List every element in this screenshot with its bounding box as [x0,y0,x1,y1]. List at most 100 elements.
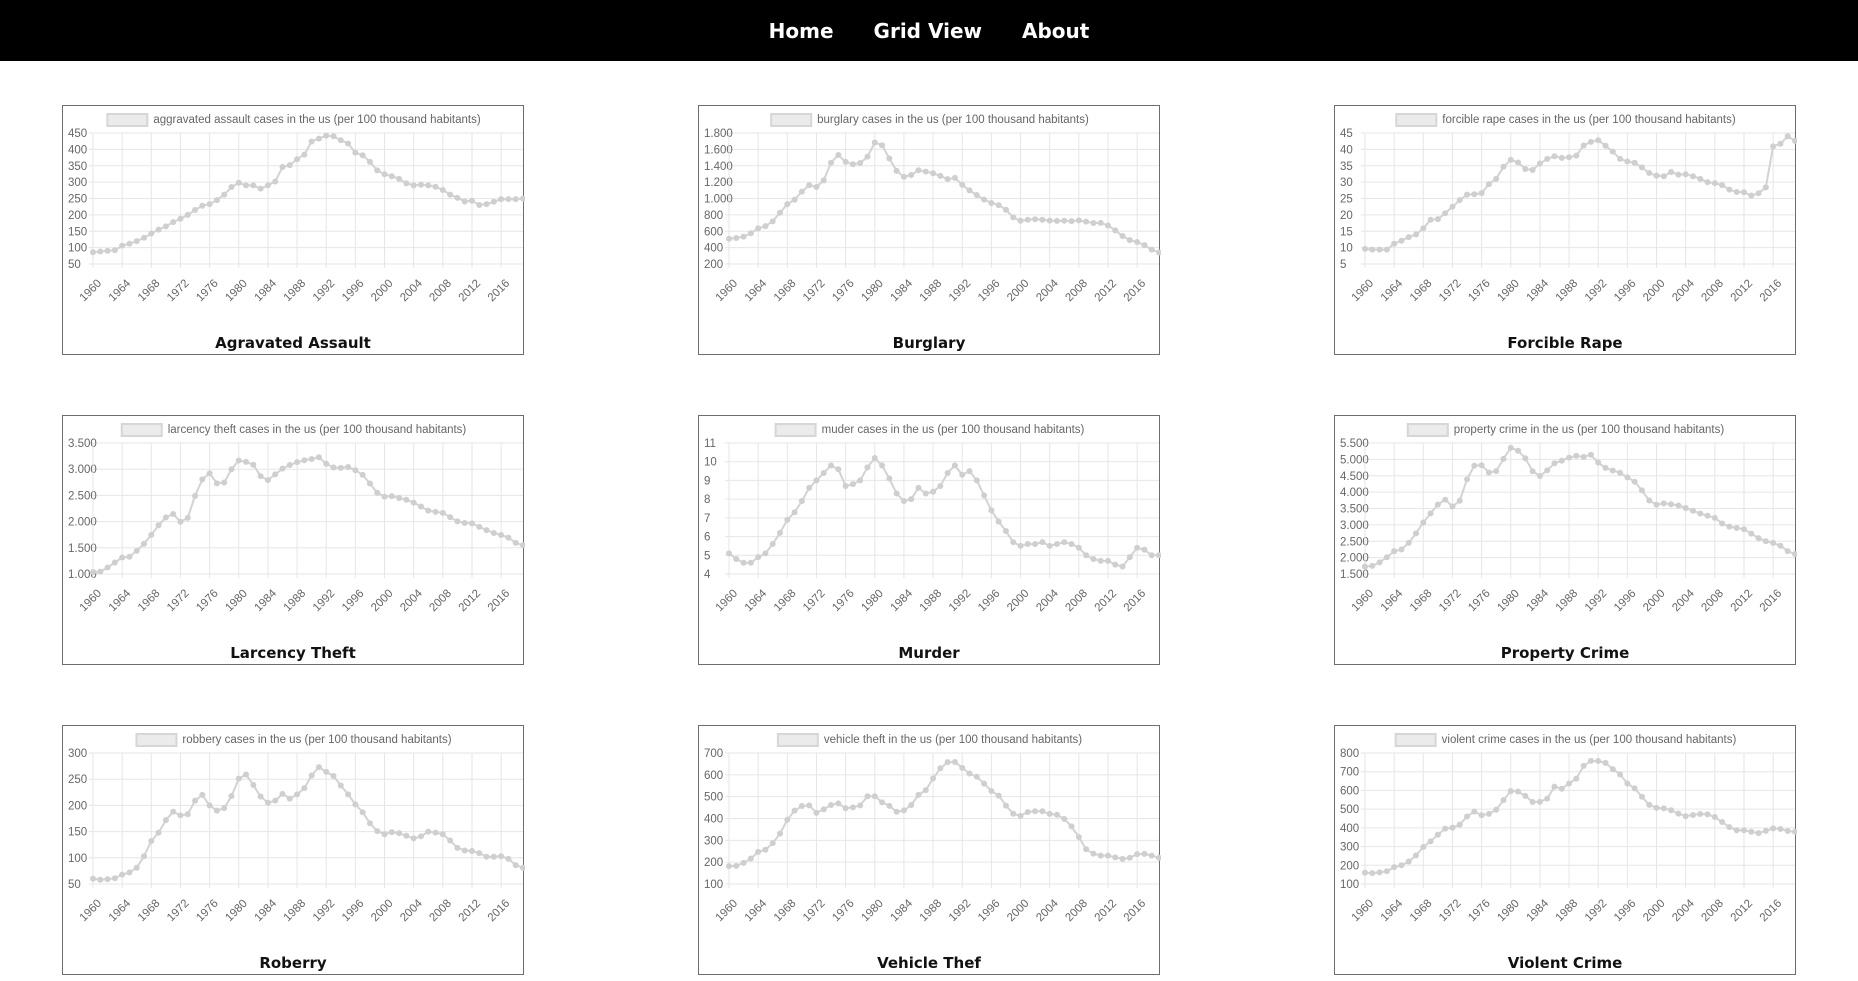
violent-crime-line-chart: violent crime cases in the us (per 100 t… [1340,733,1797,924]
y-tick-label: 6 [704,532,710,544]
data-point [973,773,980,780]
data-point [315,454,322,461]
chart-card-vehicle-theft: vehicle theft in the us (per 100 thousan… [698,725,1161,975]
y-tick-label: 15 [1340,226,1353,238]
x-tick-label: 1976 [830,278,857,305]
y-tick-label: 200 [704,259,723,271]
data-point [747,855,754,862]
data-point [264,182,271,189]
data-point [1413,231,1420,238]
data-point [184,811,191,818]
x-tick-label: 1968 [136,898,163,925]
data-point [995,518,1002,525]
x-tick-label: 1976 [1466,588,1493,615]
data-point [235,775,242,782]
data-point [337,782,344,789]
y-tick-label: 100 [68,853,87,865]
data-point [468,197,475,204]
data-point [228,466,235,473]
data-point [1148,852,1155,859]
data-point [345,463,352,470]
data-point [1039,808,1046,815]
y-tick-label: 450 [68,128,87,140]
data-point [1536,473,1543,480]
data-point [490,198,497,205]
x-tick-label: 1980 [1495,588,1522,615]
data-point [279,465,286,472]
y-tick-label: 400 [704,814,723,826]
data-point [966,770,973,777]
data-point [981,492,988,499]
y-tick-label: 300 [68,177,87,189]
data-point [308,138,315,145]
data-point [1551,460,1558,467]
data-point [483,201,490,208]
x-tick-label: 2000 [1005,898,1032,925]
x-tick-label: 1984 [1525,897,1552,924]
data-point [1595,758,1602,765]
data-point [323,132,330,139]
data-point [1719,520,1726,527]
y-tick-label: 1.500 [1340,569,1369,581]
data-point [755,225,762,232]
data-point [1770,539,1777,546]
data-point [301,785,308,792]
data-point [1682,813,1689,820]
data-point [937,765,944,772]
y-tick-label: 1.800 [704,128,733,140]
x-tick-label: 2008 [1699,278,1726,305]
legend-label: forcible rape cases in the us (per 100 t… [1442,114,1736,126]
y-tick-label: 9 [704,475,710,487]
data-point [228,184,235,191]
x-tick-label: 1972 [165,898,192,925]
data-point [1624,474,1631,481]
property-crime-line-chart: property crime in the us (per 100 thousa… [1340,423,1797,615]
data-point [1024,541,1031,548]
x-tick-label: 1992 [311,588,338,615]
y-tick-label: 1.600 [704,144,733,156]
x-tick-label: 1996 [976,278,1003,305]
data-point [1770,825,1777,832]
data-point [366,820,373,827]
data-point [447,837,454,844]
data-point [1653,804,1660,811]
x-tick-label: 1996 [976,898,1003,925]
data-point [104,564,111,571]
data-point [1507,787,1514,794]
data-point [148,531,155,538]
data-point [1704,811,1711,818]
x-tick-label: 2000 [1641,588,1668,615]
data-point [1112,227,1119,234]
y-tick-label: 40 [1340,144,1353,156]
data-point [886,155,893,162]
data-point [520,195,525,202]
data-point [1573,775,1580,782]
data-point [1010,810,1017,817]
data-point [879,462,886,469]
data-point [871,139,878,146]
chart-card-murder: muder cases in the us (per 100 thousand … [698,415,1161,665]
data-point [1075,834,1082,841]
x-tick-label: 1992 [947,898,974,925]
data-point [1032,808,1039,815]
x-tick-label: 2008 [1699,588,1726,615]
data-point [1595,137,1602,144]
data-point [359,809,366,816]
chart-card-title: Agravated Assault [215,334,371,352]
vehicle-theft-line-chart: vehicle theft in the us (per 100 thousan… [704,733,1161,925]
data-point [1083,846,1090,853]
x-tick-label: 1972 [801,588,828,615]
data-point [330,773,337,780]
data-point [1104,222,1111,229]
data-point [959,181,966,188]
data-point [272,471,279,478]
x-tick-label: 1980 [223,278,250,305]
data-point [1383,246,1390,253]
data-point [345,791,352,798]
data-point [777,830,784,837]
data-point [777,529,784,536]
data-point [1456,197,1463,204]
data-point [330,133,337,140]
data-point [726,550,732,557]
data-point [1668,168,1675,175]
